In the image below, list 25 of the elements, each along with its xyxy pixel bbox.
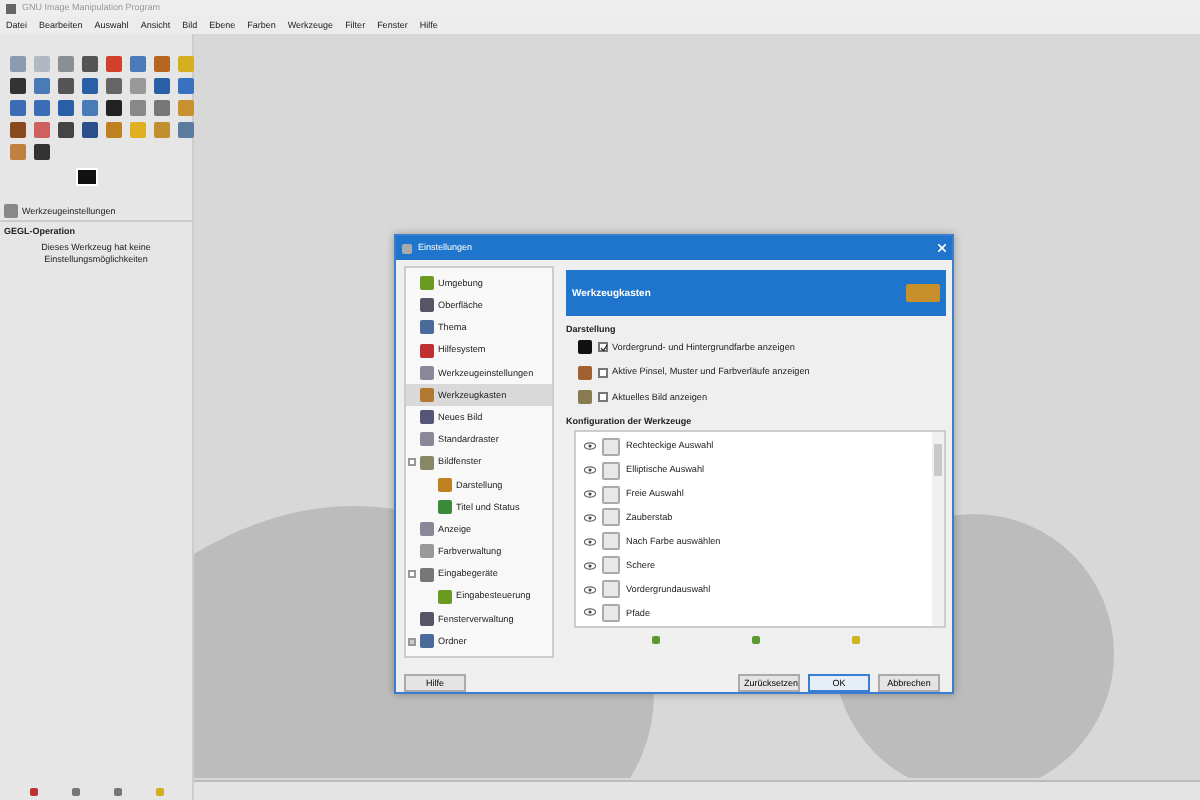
eye-icon[interactable] <box>584 561 596 570</box>
eye-icon[interactable] <box>584 466 596 475</box>
panel-button-icon[interactable] <box>71 788 79 796</box>
eye-icon[interactable] <box>584 608 596 617</box>
panel-button-icon[interactable] <box>29 788 37 796</box>
panel-button-icon[interactable] <box>113 788 121 796</box>
checkmark-icon <box>600 344 608 353</box>
close-icon[interactable] <box>938 244 946 252</box>
app-icon <box>6 3 16 13</box>
eye-icon[interactable] <box>584 513 596 522</box>
color-swatch[interactable] <box>76 168 98 186</box>
tab-icon <box>4 204 18 218</box>
list-button-icon[interactable] <box>652 636 660 645</box>
eye-icon[interactable] <box>584 537 596 546</box>
toolbox-icon <box>906 284 940 302</box>
dialog-icon <box>402 243 412 253</box>
eye-icon[interactable] <box>584 585 596 594</box>
expander-icon[interactable] <box>408 570 416 579</box>
list-button-icon[interactable] <box>752 636 760 645</box>
eye-icon[interactable] <box>584 490 596 498</box>
expander-icon[interactable] <box>408 458 416 467</box>
eye-icon[interactable] <box>584 442 596 451</box>
expander-icon[interactable] <box>408 637 416 646</box>
list-button-icon[interactable] <box>852 636 860 645</box>
scrollbar[interactable] <box>932 432 944 627</box>
